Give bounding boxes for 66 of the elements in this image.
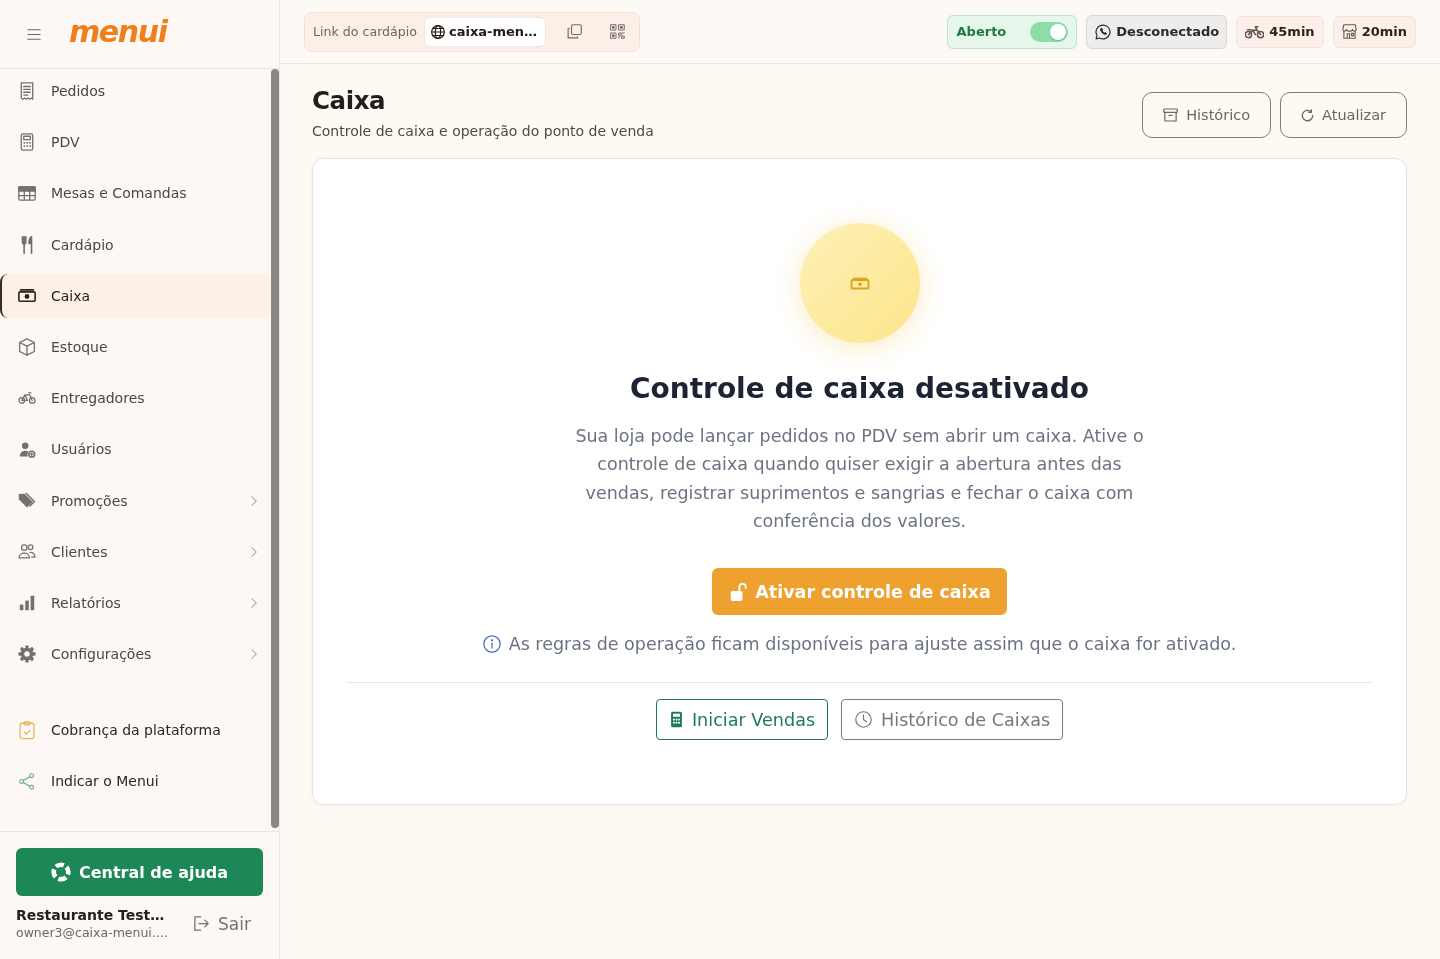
sidebar-item[interactable]: Entregadores xyxy=(0,376,271,421)
sidebar-item[interactable]: Caixa xyxy=(0,273,271,318)
clipboard-icon xyxy=(19,720,35,740)
status-label: Aberto xyxy=(956,24,1007,39)
globe-icon xyxy=(431,24,445,39)
refresh-button[interactable]: Atualizar xyxy=(1280,92,1407,138)
share-icon xyxy=(18,772,36,790)
sidebar-item[interactable]: Configurações xyxy=(0,632,271,677)
settings-icon xyxy=(18,645,36,664)
users-icon xyxy=(18,544,36,560)
user-plus-icon xyxy=(18,440,36,458)
history-button[interactable]: Histórico xyxy=(1142,92,1272,138)
chat-bubble-icon xyxy=(1095,23,1112,40)
copy-icon[interactable] xyxy=(567,24,583,39)
table-grid-icon xyxy=(18,185,36,201)
sidebar-link[interactable]: Cobrança da plataforma xyxy=(0,708,271,753)
calculator-icon xyxy=(20,133,34,152)
sidebar-item[interactable]: Usuários xyxy=(0,427,271,472)
empty-state-title: Controle de caixa desativado xyxy=(629,371,1090,407)
info-note: As regras de operação ficam disponíveis para ajuste assim que o caixa for ativado. xyxy=(508,633,1237,657)
sidebar-item[interactable]: PDV xyxy=(0,120,271,165)
logo: menui xyxy=(69,17,167,47)
sidebar-item[interactable]: Estoque xyxy=(0,324,271,369)
unlock-icon xyxy=(729,581,748,602)
lifebuoy-icon xyxy=(50,862,71,882)
sidebar-item[interactable]: Promoções xyxy=(0,478,271,523)
account-name: Restaurante Test… xyxy=(16,906,166,924)
sidebar-item[interactable]: Cardápio xyxy=(0,222,271,267)
tag-icon xyxy=(18,491,36,510)
toggle-switch[interactable] xyxy=(1030,21,1069,42)
box-icon xyxy=(18,337,36,356)
sidebar-link[interactable]: Indicar o Menui xyxy=(0,759,271,804)
calculator-icon xyxy=(669,711,683,729)
cash-icon xyxy=(799,223,920,343)
logout-icon xyxy=(193,916,211,931)
wait-time-button[interactable]: 45min xyxy=(1236,15,1324,48)
info-icon xyxy=(482,635,501,654)
page-subtitle: Controle de caixa e operação do ponto de venda xyxy=(312,122,655,141)
fork-knife-icon xyxy=(21,235,33,254)
archive-icon xyxy=(1163,108,1179,122)
clock-icon xyxy=(855,711,873,729)
receipt-icon xyxy=(19,82,35,100)
history-button[interactable]: Histórico de Caixas xyxy=(841,699,1064,741)
sidebar-item[interactable]: Relatórios xyxy=(0,580,271,625)
store-icon xyxy=(1341,24,1357,39)
empty-state-description: Sua loja pode lançar pedidos no PDV sem abrir um caixa. Ative o controle de caixa quando quiser exigir a abertura antes das vendas, registrar suprimentos e sangrias e fechar o caixa com conferência dos valores. xyxy=(574,425,1145,533)
wait-time-button[interactable]: 20min xyxy=(1332,15,1416,48)
help-center-button[interactable]: Central de ajuda xyxy=(16,848,263,896)
menu-link-button[interactable]: caixa-men… xyxy=(424,16,547,47)
motorcycle-icon xyxy=(1245,24,1265,39)
account-email: owner3@caixa-menui.… xyxy=(16,924,170,941)
menu-icon[interactable] xyxy=(27,28,41,40)
scrollbar[interactable] xyxy=(271,69,279,828)
sidebar-item[interactable]: Mesas e Comandas xyxy=(0,171,271,216)
sidebar-item[interactable]: Clientes xyxy=(0,529,271,574)
bicycle-icon xyxy=(18,392,36,405)
start-sales-button[interactable]: Iniciar Vendas xyxy=(655,699,829,741)
page-title: Caixa xyxy=(312,86,387,116)
qr-code-icon[interactable] xyxy=(610,24,626,39)
cash-icon xyxy=(18,289,36,303)
bar-chart-icon xyxy=(19,594,35,611)
menu-link-label: Link do cardápio xyxy=(313,24,417,39)
sidebar-item[interactable]: Pedidos xyxy=(0,69,271,113)
logout-button[interactable]: Sair xyxy=(189,909,255,938)
whatsapp-status-button[interactable]: Desconectado xyxy=(1086,14,1228,49)
refresh-icon xyxy=(1301,108,1315,122)
